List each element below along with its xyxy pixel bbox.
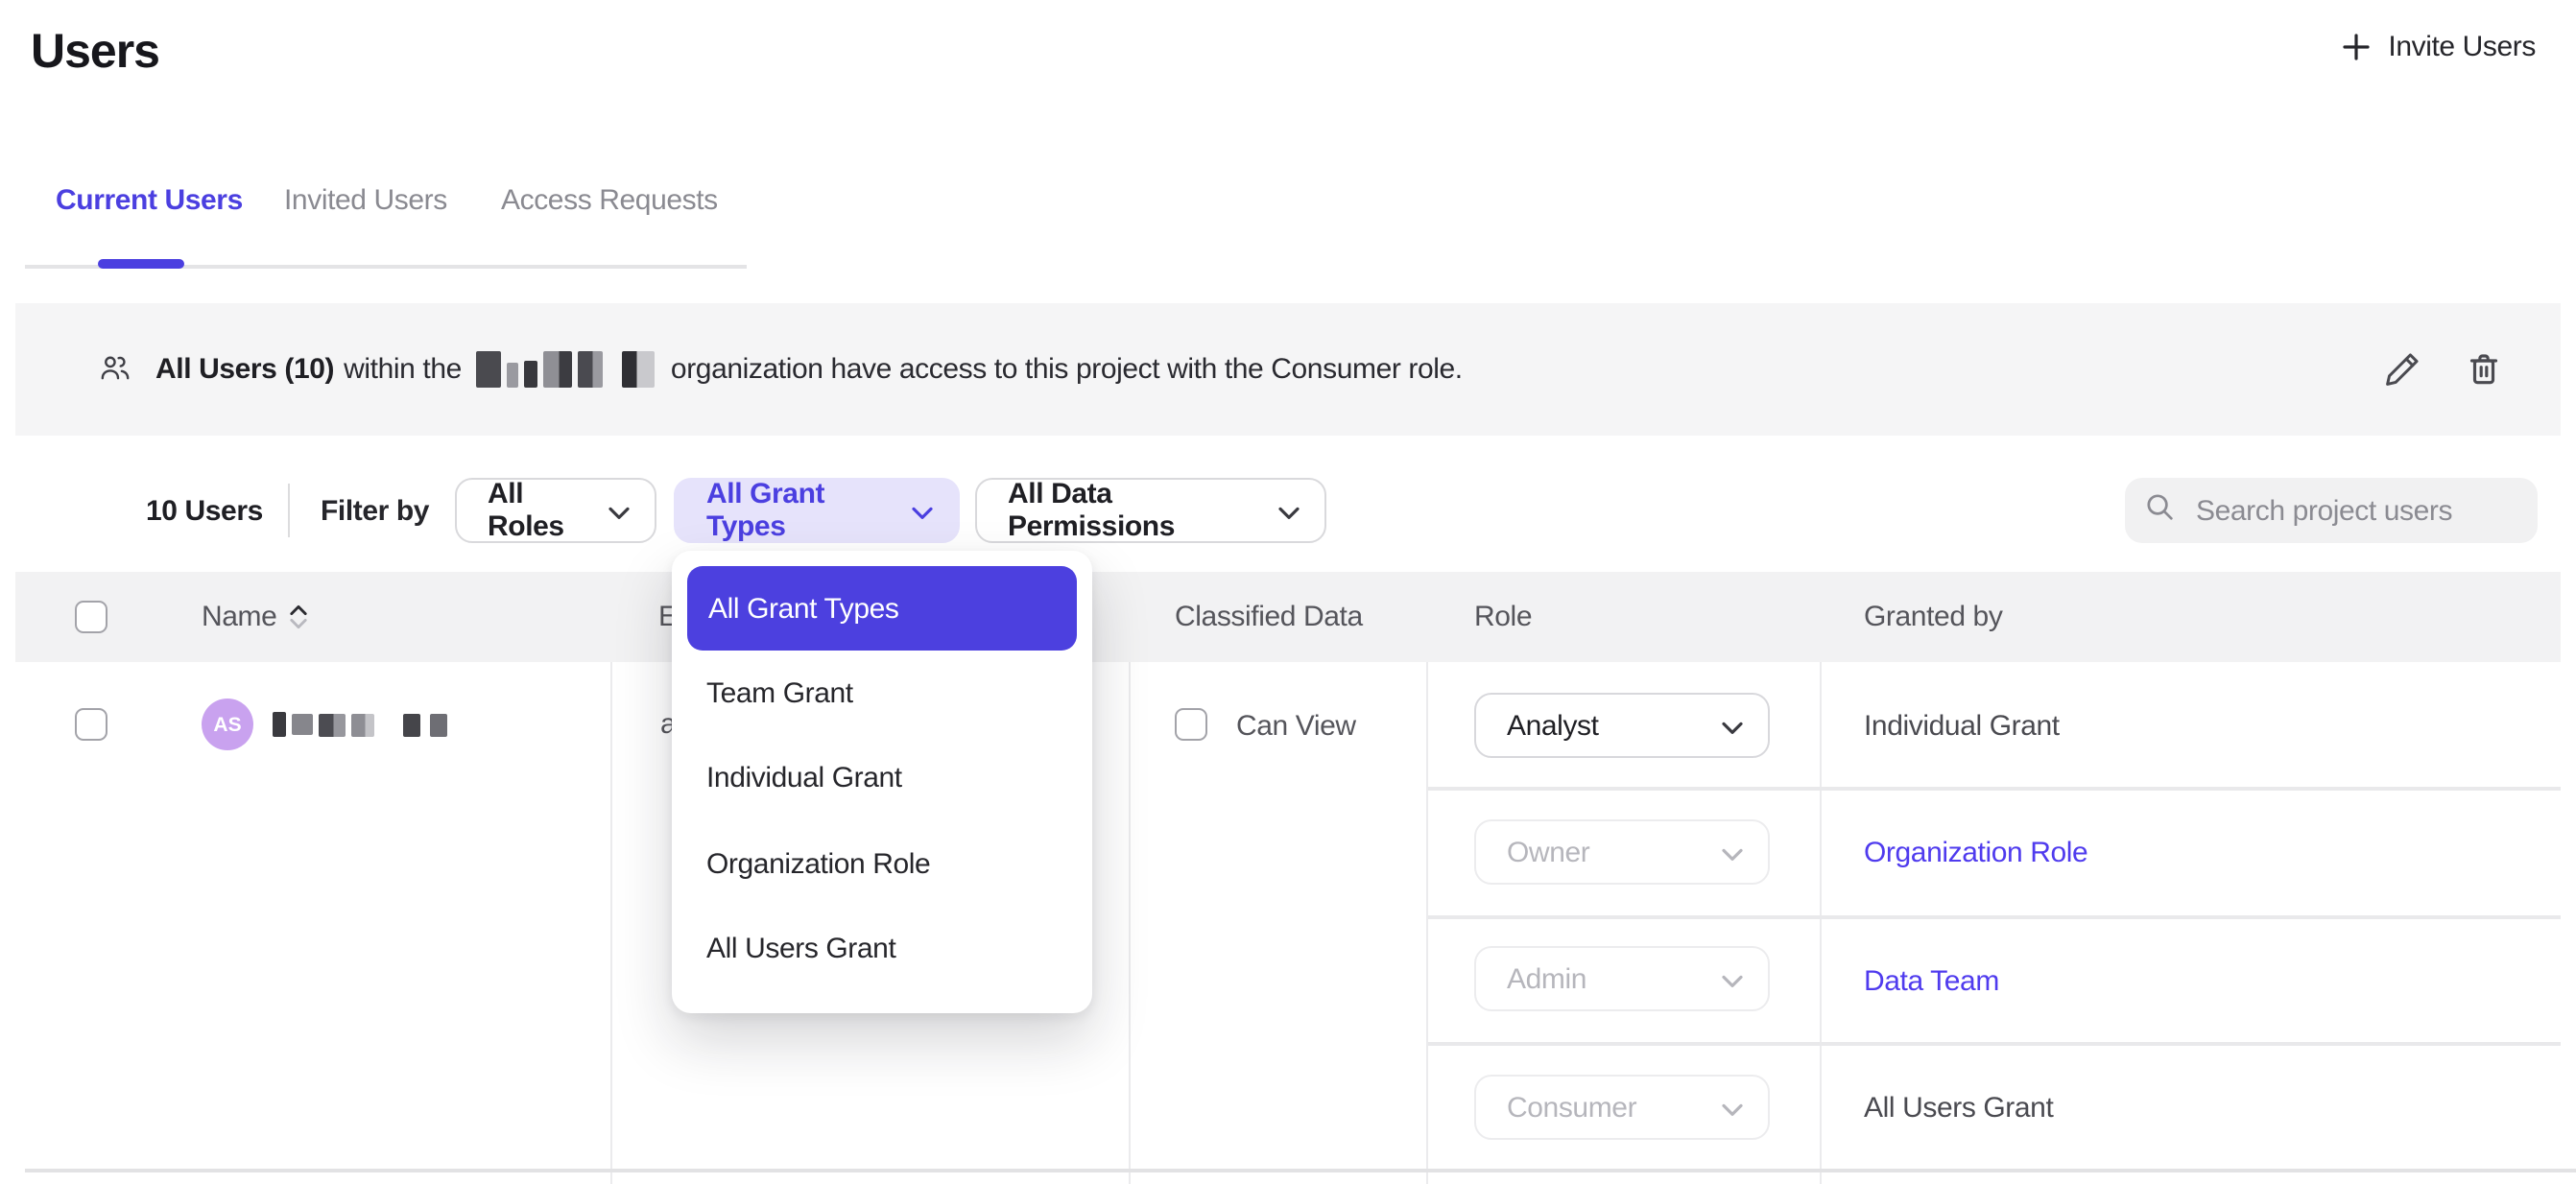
table-header: Name Email Classified Data Role Granted …	[15, 572, 2561, 662]
role-value: Owner	[1507, 836, 1589, 868]
select-all-checkbox[interactable]	[75, 601, 107, 633]
redacted-organization-name	[477, 351, 656, 388]
subrow-divider	[1428, 1042, 2561, 1045]
subrow-divider	[1428, 787, 2561, 790]
role-value: Admin	[1507, 962, 1586, 995]
active-tab-indicator	[98, 259, 184, 269]
menu-item-individual-grant[interactable]: Individual Grant	[672, 736, 1092, 821]
menu-item-organization-role[interactable]: Organization Role	[672, 821, 1092, 907]
row-checkbox[interactable]	[75, 708, 107, 741]
column-divider	[1426, 662, 1428, 1184]
search-box	[2125, 478, 2538, 543]
banner-mid-text: within the	[344, 353, 462, 386]
tab-current-users[interactable]: Current Users	[56, 184, 243, 217]
filter-divider	[288, 484, 290, 537]
chevron-down-icon	[912, 494, 933, 527]
column-role: Role	[1474, 572, 1532, 662]
banner-text: All Users (10) within the organization h…	[155, 303, 1463, 436]
delete-icon[interactable]	[2465, 349, 2503, 390]
sort-icon[interactable]	[290, 604, 307, 629]
can-view-checkbox[interactable]	[1175, 708, 1207, 741]
chevron-down-icon	[1722, 962, 1743, 995]
column-classified-data: Classified Data	[1175, 572, 1363, 662]
edit-icon[interactable]	[2382, 349, 2422, 390]
menu-item-all-users-grant[interactable]: All Users Grant	[672, 907, 1092, 992]
all-data-permissions-filter[interactable]: All Data Permissions	[975, 478, 1326, 543]
role-value: Analyst	[1507, 709, 1599, 742]
granted-by-link[interactable]: Data Team	[1864, 965, 1999, 998]
invite-users-button[interactable]: Invite Users	[2342, 31, 2536, 63]
can-view-label: Can View	[1236, 710, 1356, 743]
all-data-permissions-label: All Data Permissions	[1008, 478, 1261, 543]
subrow-divider	[1428, 915, 2561, 918]
menu-item-team-grant[interactable]: Team Grant	[672, 651, 1092, 736]
role-value: Consumer	[1507, 1091, 1636, 1124]
tab-access-requests[interactable]: Access Requests	[501, 184, 718, 217]
invite-users-label: Invite Users	[2388, 31, 2536, 63]
user-count: 10 Users	[146, 495, 263, 528]
search-icon	[2144, 490, 2175, 531]
granted-by-value: Individual Grant	[1864, 710, 2060, 743]
all-roles-label: All Roles	[488, 478, 591, 543]
plus-icon	[2342, 33, 2371, 61]
all-roles-filter[interactable]: All Roles	[455, 478, 656, 543]
page-title: Users	[31, 25, 159, 81]
chevron-down-icon	[1722, 709, 1743, 742]
column-divider	[1820, 662, 1822, 1184]
users-page: Users Invite Users Current Users Invited…	[0, 0, 2576, 1184]
column-name: Name	[202, 601, 276, 633]
role-select-owner: Owner	[1474, 819, 1770, 885]
role-select-consumer: Consumer	[1474, 1075, 1770, 1140]
redacted-user-name	[273, 712, 447, 737]
granted-by-value: All Users Grant	[1864, 1092, 2053, 1125]
chevron-down-icon	[1722, 836, 1743, 868]
role-select-admin: Admin	[1474, 946, 1770, 1011]
banner-bold-text: All Users (10)	[155, 353, 334, 386]
users-icon	[98, 351, 132, 395]
search-input[interactable]	[2192, 492, 2518, 529]
all-grant-types-filter[interactable]: All Grant Types	[674, 478, 960, 543]
chevron-down-icon	[608, 494, 630, 527]
chevron-down-icon	[1278, 494, 1300, 527]
chevron-down-icon	[1722, 1091, 1743, 1124]
grant-types-dropdown-menu: All Grant Types Team Grant Individual Gr…	[672, 551, 1092, 1013]
tab-invited-users[interactable]: Invited Users	[284, 184, 447, 217]
granted-by-link[interactable]: Organization Role	[1864, 837, 2087, 869]
role-select-analyst[interactable]: Analyst	[1474, 693, 1770, 758]
column-divider	[1129, 662, 1131, 1184]
row-divider	[25, 1169, 2576, 1172]
filter-by-label: Filter by	[321, 495, 429, 528]
banner-end-text: organization have access to this project…	[671, 353, 1463, 386]
avatar: AS	[202, 699, 253, 750]
column-granted-by: Granted by	[1864, 572, 2002, 662]
all-grant-types-label: All Grant Types	[706, 478, 894, 543]
column-divider	[610, 662, 612, 1184]
all-users-banner: All Users (10) within the organization h…	[15, 303, 2561, 436]
menu-item-all-grant-types[interactable]: All Grant Types	[687, 566, 1077, 651]
